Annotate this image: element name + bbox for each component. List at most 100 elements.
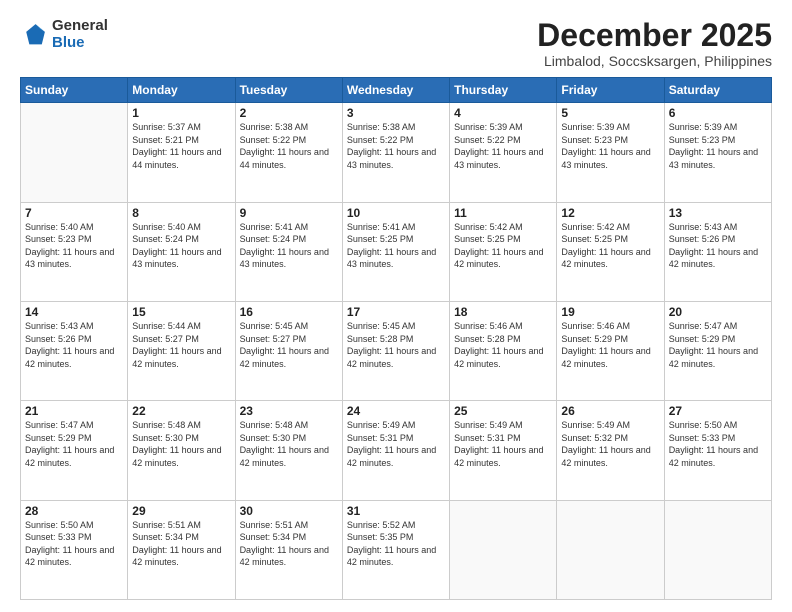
day-number: 14	[25, 305, 123, 319]
day-number: 31	[347, 504, 445, 518]
day-info: Sunrise: 5:39 AMSunset: 5:22 PMDaylight:…	[454, 121, 552, 171]
subtitle: Limbalod, Soccsksargen, Philippines	[537, 53, 772, 69]
day-info: Sunrise: 5:50 AMSunset: 5:33 PMDaylight:…	[25, 519, 123, 569]
calendar-cell: 23Sunrise: 5:48 AMSunset: 5:30 PMDayligh…	[235, 401, 342, 500]
weekday-header-row: Sunday Monday Tuesday Wednesday Thursday…	[21, 78, 772, 103]
logo: General Blue	[20, 18, 108, 51]
day-number: 3	[347, 106, 445, 120]
day-info: Sunrise: 5:46 AMSunset: 5:28 PMDaylight:…	[454, 320, 552, 370]
calendar-row-1: 1Sunrise: 5:37 AMSunset: 5:21 PMDaylight…	[21, 103, 772, 202]
day-info: Sunrise: 5:49 AMSunset: 5:31 PMDaylight:…	[454, 419, 552, 469]
day-number: 16	[240, 305, 338, 319]
day-info: Sunrise: 5:52 AMSunset: 5:35 PMDaylight:…	[347, 519, 445, 569]
day-number: 30	[240, 504, 338, 518]
day-number: 13	[669, 206, 767, 220]
day-number: 27	[669, 404, 767, 418]
day-number: 22	[132, 404, 230, 418]
header-monday: Monday	[128, 78, 235, 103]
calendar-cell: 9Sunrise: 5:41 AMSunset: 5:24 PMDaylight…	[235, 202, 342, 301]
calendar-row-3: 14Sunrise: 5:43 AMSunset: 5:26 PMDayligh…	[21, 301, 772, 400]
calendar-row-5: 28Sunrise: 5:50 AMSunset: 5:33 PMDayligh…	[21, 500, 772, 599]
logo-icon	[20, 21, 48, 49]
logo-general: General	[52, 18, 108, 35]
day-info: Sunrise: 5:40 AMSunset: 5:24 PMDaylight:…	[132, 221, 230, 271]
calendar-cell: 4Sunrise: 5:39 AMSunset: 5:22 PMDaylight…	[450, 103, 557, 202]
calendar-cell: 21Sunrise: 5:47 AMSunset: 5:29 PMDayligh…	[21, 401, 128, 500]
day-number: 7	[25, 206, 123, 220]
header-thursday: Thursday	[450, 78, 557, 103]
calendar-cell: 25Sunrise: 5:49 AMSunset: 5:31 PMDayligh…	[450, 401, 557, 500]
day-info: Sunrise: 5:39 AMSunset: 5:23 PMDaylight:…	[561, 121, 659, 171]
calendar-cell: 18Sunrise: 5:46 AMSunset: 5:28 PMDayligh…	[450, 301, 557, 400]
header-wednesday: Wednesday	[342, 78, 449, 103]
header-friday: Friday	[557, 78, 664, 103]
day-number: 1	[132, 106, 230, 120]
calendar-row-4: 21Sunrise: 5:47 AMSunset: 5:29 PMDayligh…	[21, 401, 772, 500]
calendar-cell: 10Sunrise: 5:41 AMSunset: 5:25 PMDayligh…	[342, 202, 449, 301]
calendar-cell: 1Sunrise: 5:37 AMSunset: 5:21 PMDaylight…	[128, 103, 235, 202]
day-info: Sunrise: 5:47 AMSunset: 5:29 PMDaylight:…	[25, 419, 123, 469]
day-info: Sunrise: 5:39 AMSunset: 5:23 PMDaylight:…	[669, 121, 767, 171]
page: General Blue December 2025 Limbalod, Soc…	[0, 0, 792, 612]
day-number: 8	[132, 206, 230, 220]
day-number: 29	[132, 504, 230, 518]
header-saturday: Saturday	[664, 78, 771, 103]
calendar-row-2: 7Sunrise: 5:40 AMSunset: 5:23 PMDaylight…	[21, 202, 772, 301]
calendar-cell: 28Sunrise: 5:50 AMSunset: 5:33 PMDayligh…	[21, 500, 128, 599]
calendar-cell: 3Sunrise: 5:38 AMSunset: 5:22 PMDaylight…	[342, 103, 449, 202]
calendar-cell: 31Sunrise: 5:52 AMSunset: 5:35 PMDayligh…	[342, 500, 449, 599]
calendar-cell: 13Sunrise: 5:43 AMSunset: 5:26 PMDayligh…	[664, 202, 771, 301]
calendar-cell: 14Sunrise: 5:43 AMSunset: 5:26 PMDayligh…	[21, 301, 128, 400]
calendar-cell: 26Sunrise: 5:49 AMSunset: 5:32 PMDayligh…	[557, 401, 664, 500]
day-info: Sunrise: 5:45 AMSunset: 5:27 PMDaylight:…	[240, 320, 338, 370]
logo-blue: Blue	[52, 35, 108, 52]
header: General Blue December 2025 Limbalod, Soc…	[20, 18, 772, 69]
day-info: Sunrise: 5:48 AMSunset: 5:30 PMDaylight:…	[132, 419, 230, 469]
header-sunday: Sunday	[21, 78, 128, 103]
day-info: Sunrise: 5:46 AMSunset: 5:29 PMDaylight:…	[561, 320, 659, 370]
calendar-cell: 16Sunrise: 5:45 AMSunset: 5:27 PMDayligh…	[235, 301, 342, 400]
calendar-table: Sunday Monday Tuesday Wednesday Thursday…	[20, 77, 772, 600]
day-info: Sunrise: 5:49 AMSunset: 5:32 PMDaylight:…	[561, 419, 659, 469]
day-number: 26	[561, 404, 659, 418]
logo-text: General Blue	[52, 18, 108, 51]
calendar-cell: 12Sunrise: 5:42 AMSunset: 5:25 PMDayligh…	[557, 202, 664, 301]
day-number: 23	[240, 404, 338, 418]
day-number: 20	[669, 305, 767, 319]
title-block: December 2025 Limbalod, Soccsksargen, Ph…	[537, 18, 772, 69]
calendar-cell: 24Sunrise: 5:49 AMSunset: 5:31 PMDayligh…	[342, 401, 449, 500]
day-info: Sunrise: 5:49 AMSunset: 5:31 PMDaylight:…	[347, 419, 445, 469]
day-info: Sunrise: 5:43 AMSunset: 5:26 PMDaylight:…	[25, 320, 123, 370]
calendar-cell	[664, 500, 771, 599]
day-number: 25	[454, 404, 552, 418]
day-number: 12	[561, 206, 659, 220]
day-number: 18	[454, 305, 552, 319]
calendar-cell: 30Sunrise: 5:51 AMSunset: 5:34 PMDayligh…	[235, 500, 342, 599]
calendar-cell: 29Sunrise: 5:51 AMSunset: 5:34 PMDayligh…	[128, 500, 235, 599]
calendar-cell: 2Sunrise: 5:38 AMSunset: 5:22 PMDaylight…	[235, 103, 342, 202]
day-info: Sunrise: 5:42 AMSunset: 5:25 PMDaylight:…	[561, 221, 659, 271]
day-number: 24	[347, 404, 445, 418]
calendar-cell: 22Sunrise: 5:48 AMSunset: 5:30 PMDayligh…	[128, 401, 235, 500]
calendar-cell: 5Sunrise: 5:39 AMSunset: 5:23 PMDaylight…	[557, 103, 664, 202]
day-info: Sunrise: 5:47 AMSunset: 5:29 PMDaylight:…	[669, 320, 767, 370]
calendar-cell	[557, 500, 664, 599]
day-number: 2	[240, 106, 338, 120]
calendar-cell: 11Sunrise: 5:42 AMSunset: 5:25 PMDayligh…	[450, 202, 557, 301]
calendar-cell	[21, 103, 128, 202]
day-info: Sunrise: 5:37 AMSunset: 5:21 PMDaylight:…	[132, 121, 230, 171]
day-info: Sunrise: 5:45 AMSunset: 5:28 PMDaylight:…	[347, 320, 445, 370]
calendar-cell: 19Sunrise: 5:46 AMSunset: 5:29 PMDayligh…	[557, 301, 664, 400]
day-info: Sunrise: 5:38 AMSunset: 5:22 PMDaylight:…	[347, 121, 445, 171]
calendar-cell: 8Sunrise: 5:40 AMSunset: 5:24 PMDaylight…	[128, 202, 235, 301]
day-number: 5	[561, 106, 659, 120]
header-tuesday: Tuesday	[235, 78, 342, 103]
day-number: 4	[454, 106, 552, 120]
day-info: Sunrise: 5:40 AMSunset: 5:23 PMDaylight:…	[25, 221, 123, 271]
day-info: Sunrise: 5:50 AMSunset: 5:33 PMDaylight:…	[669, 419, 767, 469]
day-number: 21	[25, 404, 123, 418]
main-title: December 2025	[537, 18, 772, 53]
day-info: Sunrise: 5:41 AMSunset: 5:25 PMDaylight:…	[347, 221, 445, 271]
calendar-cell: 6Sunrise: 5:39 AMSunset: 5:23 PMDaylight…	[664, 103, 771, 202]
day-number: 28	[25, 504, 123, 518]
